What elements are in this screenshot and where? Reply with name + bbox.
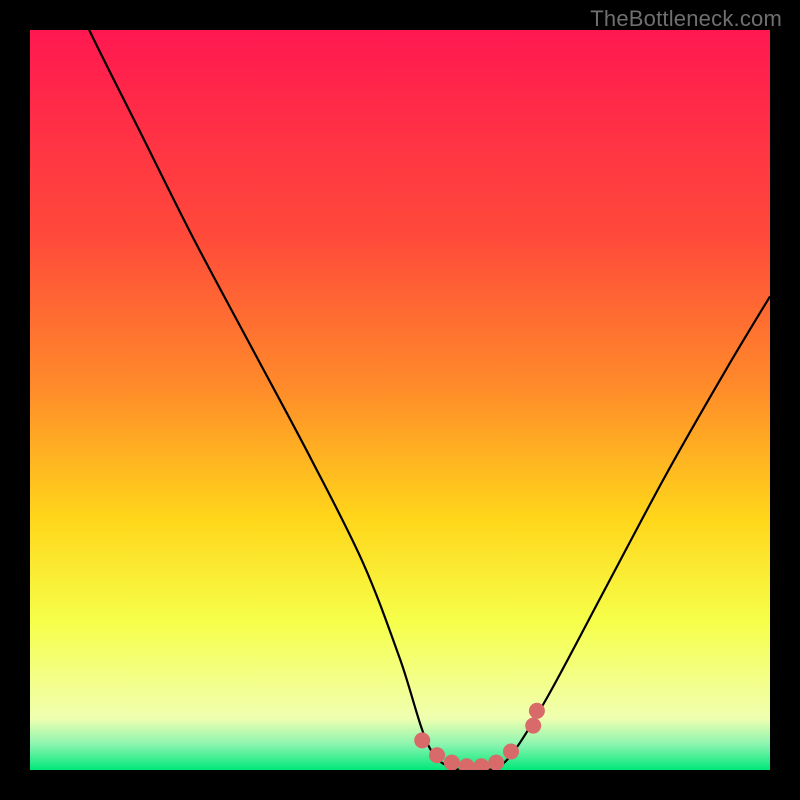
marker-dot [488,755,504,770]
marker-dot [414,732,430,748]
plot-area [30,30,770,770]
bottleneck-chart [30,30,770,770]
marker-dot [529,703,545,719]
marker-dot [503,744,519,760]
marker-dot [525,718,541,734]
marker-dot [444,755,460,770]
chart-frame: TheBottleneck.com [0,0,800,800]
watermark-text: TheBottleneck.com [590,6,782,32]
marker-dot [429,747,445,763]
